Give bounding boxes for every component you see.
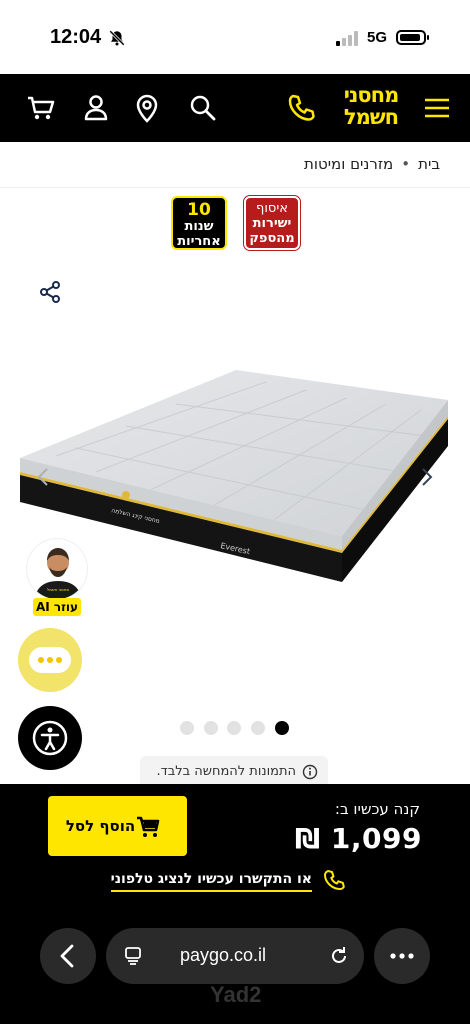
browser-more-button[interactable] <box>374 928 430 984</box>
pickup-line3: מהספק <box>249 231 295 246</box>
status-time: 12:04 <box>50 26 102 48</box>
reload-icon[interactable] <box>328 945 350 967</box>
warranty-line3: אחריות <box>177 234 221 249</box>
site-logo[interactable]: מחסני חשמל <box>337 84 405 134</box>
carousel-dots <box>180 720 290 736</box>
call-representative-text: או התקשרו עכשיו לנציג טלפוני <box>110 871 312 892</box>
carousel-dot[interactable] <box>204 721 218 735</box>
disclaimer-text: התמונות להמחשה בלבד. <box>156 764 296 779</box>
add-to-cart-button[interactable]: הוסף לסל <box>48 796 187 856</box>
cart-icon <box>137 816 160 837</box>
info-icon <box>302 764 318 779</box>
ai-helper-illustration: מחסני חשמל <box>27 539 87 599</box>
bell-slash-icon <box>109 30 125 46</box>
ai-helper-avatar[interactable]: מחסני חשמל <box>26 538 88 600</box>
browser-back-button[interactable] <box>40 928 96 984</box>
search-icon[interactable] <box>186 91 220 125</box>
breadcrumb-home[interactable]: בית <box>418 155 440 173</box>
ai-helper-label[interactable]: עוזר AI <box>33 598 81 616</box>
user-icon[interactable] <box>79 91 113 125</box>
carousel-dot[interactable] <box>180 721 194 735</box>
site-header: מחסני חשמל <box>0 74 470 142</box>
product-price: 1,099 ₪ <box>294 822 422 855</box>
carousel-dot-active[interactable] <box>275 721 289 735</box>
phone-icon <box>324 870 345 890</box>
carousel-dot[interactable] <box>251 721 265 735</box>
carousel-dot[interactable] <box>227 721 241 735</box>
call-representative-link[interactable]: או התקשרו עכשיו לנציג טלפוני <box>110 868 346 894</box>
buy-now-label: קנה עכשיו ב: <box>334 800 420 818</box>
ai-helper-shirt-text: מחסני חשמל <box>47 587 69 592</box>
add-to-cart-label: הוסף לסל <box>65 817 136 835</box>
carousel-prev-arrow[interactable] <box>34 466 52 488</box>
cart-icon[interactable] <box>24 91 58 125</box>
pickup-line1: איסוף <box>256 201 288 216</box>
phone-icon[interactable] <box>284 91 318 125</box>
carousel-next-arrow[interactable] <box>418 466 436 488</box>
warranty-badge: 10 שנות אחריות <box>171 196 227 250</box>
warranty-line2: שנות <box>184 219 214 234</box>
network-type: 5G <box>367 29 388 46</box>
accessibility-icon <box>32 720 68 756</box>
accessibility-button[interactable] <box>18 706 82 770</box>
chat-bubble-icon <box>29 647 71 673</box>
yad2-watermark: Yad2 <box>210 982 262 1007</box>
signal-icon <box>336 30 360 46</box>
more-dots-icon <box>390 953 414 959</box>
supplier-pickup-badge: איסוף ישירות מהספק <box>244 196 300 250</box>
status-bar: 12:04 5G <box>0 0 470 74</box>
share-icon[interactable] <box>38 280 62 304</box>
logo-line2: חשמל <box>343 105 399 129</box>
browser-url-text: paygo.co.il <box>180 945 267 965</box>
breadcrumb: בית • מזרנים ומיטות <box>0 142 470 188</box>
pickup-line2: ישירות <box>252 216 292 231</box>
tabs-icon[interactable] <box>124 946 144 966</box>
warranty-years: 10 <box>187 200 211 220</box>
menu-icon[interactable] <box>420 91 454 125</box>
breadcrumb-category[interactable]: מזרנים ומיטות <box>304 155 393 173</box>
chat-button[interactable] <box>18 628 82 692</box>
breadcrumb-separator: • <box>401 155 411 173</box>
battery-icon <box>396 30 429 45</box>
chevron-left-icon <box>60 944 74 968</box>
logo-line1: מחסני <box>343 83 400 107</box>
browser-url-bar[interactable]: paygo.co.il <box>106 928 364 984</box>
location-icon[interactable] <box>130 91 164 125</box>
